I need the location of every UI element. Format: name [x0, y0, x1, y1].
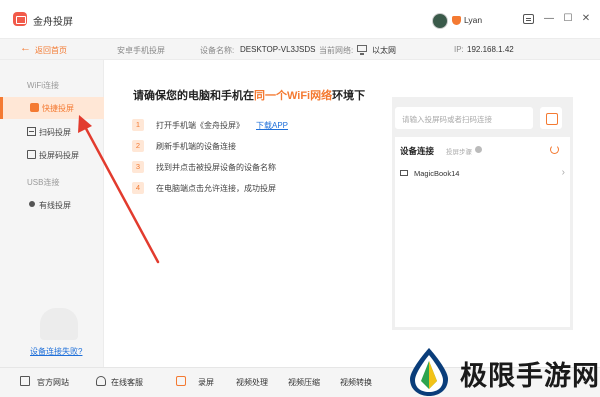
sidebar-item-label: 快捷投屏 [42, 104, 74, 113]
sidebar-item-code-cast[interactable]: 投屏码投屏 [0, 144, 104, 166]
info-bar: ← 返回首页 安卓手机投屏 设备名称: DESKTOP-VL3JSDS 当前网络… [0, 38, 600, 60]
info-icon[interactable] [475, 146, 482, 153]
network-label: 当前网络: [319, 46, 354, 55]
service-link[interactable]: 在线客服 [111, 377, 143, 388]
sidebar-item-label: 有线投屏 [39, 201, 71, 210]
user-name[interactable]: Lyan [464, 15, 482, 25]
chevron-right-icon: › [561, 167, 565, 178]
device-name: MagicBook14 [414, 169, 460, 178]
step-text: 找到并点击被投屏设备的设备名称 [156, 163, 276, 172]
close-button[interactable]: ✕ [580, 13, 592, 25]
watermark: 极限手游网 [405, 345, 600, 397]
service-icon [96, 376, 106, 386]
section-label: 安卓手机投屏 [117, 46, 165, 55]
cast-steps-link[interactable]: 投屏步骤 [446, 146, 472, 156]
scan-qr-button[interactable] [540, 107, 562, 129]
title-highlight: 同一个WiFi网络 [254, 90, 333, 102]
avatar[interactable] [432, 13, 448, 29]
sidebar-item-label: 扫码投屏 [39, 128, 71, 137]
sidebar-item-label: 投屏码投屏 [39, 151, 79, 160]
sidebar-item-wired-cast[interactable]: 有线投屏 [0, 194, 104, 216]
step-label: 打开手机端《金舟投屏》 [156, 121, 244, 130]
title-text: 请确保您的电脑和手机在 [133, 90, 254, 102]
step-number: 3 [132, 161, 144, 173]
step-number: 1 [132, 119, 144, 131]
usb-section-label: USB连接 [27, 178, 60, 187]
menu-icon[interactable] [523, 14, 534, 24]
watermark-logo-icon [410, 348, 448, 396]
device-list: 设备连接 投屏步骤 MagicBook14 › [395, 137, 570, 327]
step-number: 4 [132, 182, 144, 194]
phone-icon [30, 103, 39, 112]
search-placeholder: 请输入投屏码或者扫码连接 [402, 115, 492, 124]
video-process-button[interactable]: 视频处理 [236, 377, 268, 388]
record-button[interactable]: 录屏 [198, 377, 214, 388]
ip-value: 192.168.1.42 [467, 45, 514, 54]
back-home-link[interactable]: 返回首页 [35, 45, 67, 56]
maximize-button[interactable]: ☐ [562, 13, 574, 25]
device-panel: 请输入投屏码或者扫码连接 设备连接 投屏步骤 MagicBook14 › [392, 97, 573, 330]
vip-badge-icon [452, 16, 461, 25]
watermark-text: 极限手游网 [460, 361, 600, 391]
screen-code-icon [27, 150, 36, 159]
sidebar-item-quick-cast[interactable]: 快捷投屏 [0, 97, 104, 119]
list-item[interactable]: MagicBook14 › [400, 167, 565, 181]
title-text-end: 环境下 [332, 90, 366, 102]
video-compress-button[interactable]: 视频压缩 [288, 377, 320, 388]
record-icon [176, 376, 186, 386]
device-name-label: 设备名称: [200, 46, 235, 55]
page-title: 请确保您的电脑和手机在同一个WiFi网络环境下 [133, 87, 365, 103]
scan-icon [27, 127, 36, 136]
monitor-icon [357, 45, 367, 55]
network-value: 以太网 [372, 46, 396, 55]
video-convert-button[interactable]: 视频转换 [340, 377, 372, 388]
download-app-link[interactable]: 下载APP [256, 121, 288, 130]
usb-icon [29, 201, 35, 207]
app-title: 金舟投屏 [33, 17, 73, 28]
sidebar: WiFi连接 快捷投屏 扫码投屏 投屏码投屏 USB连接 有线投屏 设备连接失败… [0, 60, 104, 367]
device-name-value: DESKTOP-VL3JSDS [240, 45, 316, 54]
minimize-button[interactable]: — [543, 13, 555, 25]
step-text: 打开手机端《金舟投屏》 下载APP [156, 120, 288, 131]
step-number: 2 [132, 140, 144, 152]
connection-help-link[interactable]: 设备连接失败? [30, 346, 82, 357]
app-logo-icon [13, 12, 27, 26]
monitor-icon [400, 170, 408, 176]
step-text: 刷新手机端的设备连接 [156, 142, 236, 151]
step-text: 在电脑端点击允许连接，成功投屏 [156, 184, 276, 193]
cast-code-input[interactable]: 请输入投屏码或者扫码连接 [395, 107, 533, 129]
device-list-title: 设备连接 [400, 146, 435, 156]
app-window: 金舟投屏 Lyan — ☐ ✕ ← 返回首页 安卓手机投屏 设备名称: DESK… [0, 0, 600, 397]
android-robot-icon [40, 308, 78, 340]
refresh-icon[interactable] [550, 145, 559, 154]
website-icon [20, 376, 30, 386]
sidebar-item-scan-cast[interactable]: 扫码投屏 [0, 121, 104, 143]
ip-label: IP: [454, 45, 464, 54]
back-arrow-icon[interactable]: ← [20, 42, 31, 54]
wifi-section-label: WiFi连接 [27, 81, 59, 90]
website-link[interactable]: 官方网站 [37, 377, 69, 388]
title-bar: 金舟投屏 Lyan — ☐ ✕ [0, 0, 600, 38]
